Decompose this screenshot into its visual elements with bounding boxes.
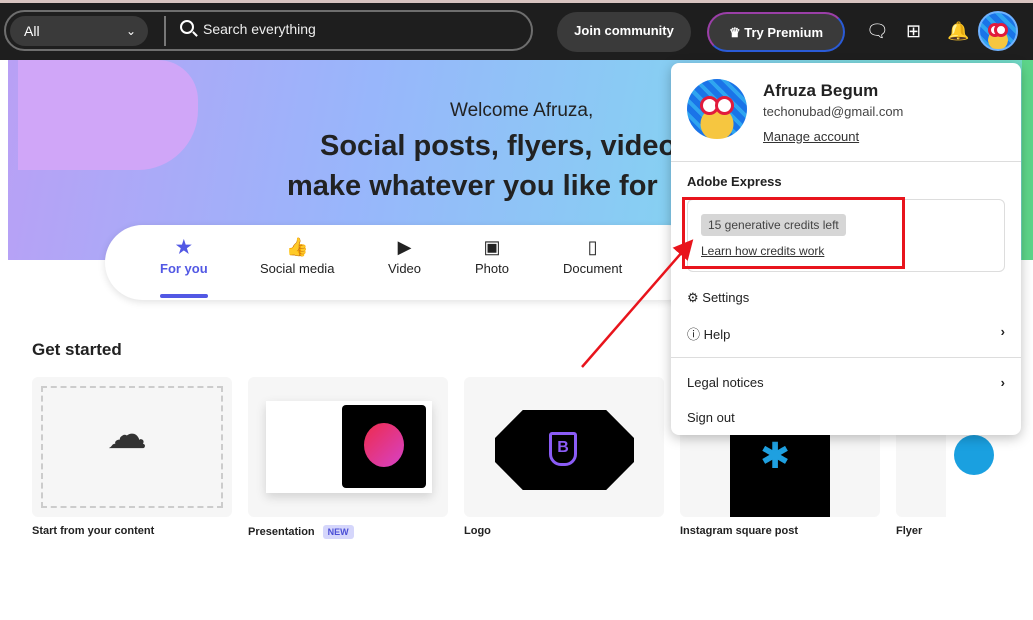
annotation-arrow (581, 239, 694, 368)
